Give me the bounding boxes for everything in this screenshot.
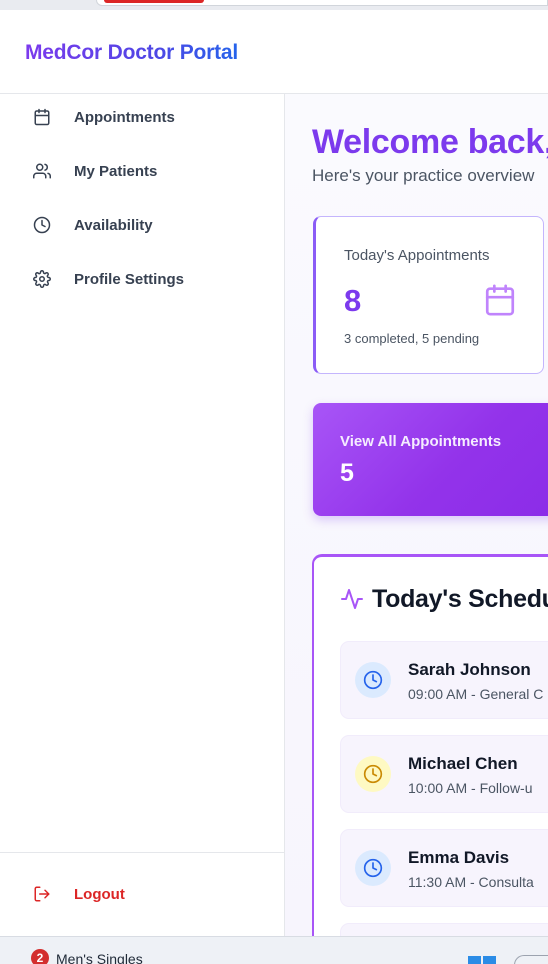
users-icon xyxy=(32,161,52,181)
welcome-subtitle: Here's your practice overview xyxy=(312,166,535,185)
stat-card-subtext: 3 completed, 5 pending xyxy=(344,331,480,346)
appointment-time: 10:00 AM - Follow-u xyxy=(408,780,533,796)
view-all-value: 5 xyxy=(340,459,354,487)
appointment-item[interactable]: Emma Davis 11:30 AM - Consulta xyxy=(340,829,548,907)
patient-name: Sarah Johnson xyxy=(408,660,531,679)
brand-title[interactable]: MedCor Doctor Portal xyxy=(25,41,238,65)
view-all-title: View All Appointments xyxy=(340,433,502,450)
view-all-appointments-card[interactable]: View All Appointments 5 xyxy=(313,403,548,516)
main-content: Welcome back, Here's your practice overv… xyxy=(285,94,548,936)
patient-name: Michael Chen xyxy=(408,754,518,773)
sidebar: Appointments My Patients Availability Pr… xyxy=(0,94,285,936)
calendar-icon xyxy=(483,283,517,317)
notification-badge: 2 xyxy=(31,949,49,964)
sidebar-divider xyxy=(0,852,284,853)
logout-icon xyxy=(32,884,52,904)
clock-icon xyxy=(355,756,391,792)
sidebar-item-label: Appointments xyxy=(74,108,175,126)
appointment-time: 09:00 AM - General C xyxy=(408,686,544,702)
logout-label: Logout xyxy=(74,885,125,903)
stat-card-title: Today's Appointments xyxy=(344,247,490,264)
os-taskbar: 2 Men's Singles xyxy=(0,936,548,964)
sidebar-item-label: My Patients xyxy=(74,162,158,180)
clock-icon xyxy=(355,850,391,886)
sidebar-item-label: Profile Settings xyxy=(74,270,185,288)
clock-icon xyxy=(32,215,52,235)
logout-button[interactable]: Logout xyxy=(0,874,284,914)
clock-icon xyxy=(355,662,391,698)
sidebar-item-availability[interactable]: Availability xyxy=(0,205,284,245)
browser-tab-indicator xyxy=(104,0,204,3)
doctor-portal-app: MedCor Doctor Portal Appointments My Pat… xyxy=(0,10,548,936)
taskbar-widget-label[interactable]: Men's Singles xyxy=(56,951,143,964)
appointment-item[interactable]: Michael Chen 10:00 AM - Follow-u xyxy=(340,735,548,813)
activity-icon xyxy=(340,587,364,611)
todays-appointments-card[interactable]: Today's Appointments 8 3 completed, 5 pe… xyxy=(313,216,544,374)
sidebar-item-label: Availability xyxy=(74,216,153,234)
app-header: MedCor Doctor Portal xyxy=(0,10,548,94)
sidebar-item-appointments[interactable]: Appointments xyxy=(0,97,284,137)
appointment-item[interactable]: Sarah Johnson 09:00 AM - General C xyxy=(340,641,548,719)
todays-schedule-panel: Today's Schedu Sarah Johnson 09:00 AM - … xyxy=(312,554,548,936)
windows-start-icon[interactable] xyxy=(468,955,496,964)
sidebar-item-profile-settings[interactable]: Profile Settings xyxy=(0,259,284,299)
appointment-item[interactable] xyxy=(340,923,548,936)
sidebar-item-my-patients[interactable]: My Patients xyxy=(0,151,284,191)
stat-card-value: 8 xyxy=(344,283,362,318)
patient-name: Emma Davis xyxy=(408,848,510,867)
welcome-heading: Welcome back, xyxy=(312,123,548,161)
appointment-time: 11:30 AM - Consulta xyxy=(408,874,534,890)
schedule-title: Today's Schedu xyxy=(372,585,548,613)
taskbar-search-icon[interactable] xyxy=(514,955,548,964)
gear-icon xyxy=(32,269,52,289)
calendar-icon xyxy=(32,107,52,127)
browser-top-strip xyxy=(0,0,548,10)
